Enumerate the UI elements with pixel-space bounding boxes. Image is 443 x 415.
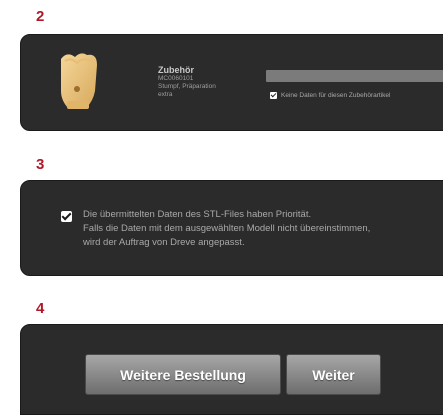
priority-checkbox[interactable]: [61, 211, 72, 222]
checkbox-checked-icon[interactable]: [270, 92, 277, 99]
priority-text-line-1: Die übermittelten Daten des STL-Files ha…: [83, 209, 312, 220]
actions-panel: Weitere Bestellung Weiter: [20, 324, 443, 415]
step-number-2: 2: [36, 8, 45, 25]
accessory-code: MC0060101: [158, 75, 194, 82]
priority-text: Die übermittelten Daten des STL-Files ha…: [83, 208, 443, 250]
accessory-info: Zubehör MC0060101 Stumpf, Präparation ex…: [158, 65, 216, 99]
no-data-checkbox-row[interactable]: Keine Daten für diesen Zubehörartikel: [270, 92, 390, 99]
priority-panel: Die übermittelten Daten des STL-Files ha…: [20, 180, 443, 276]
accessory-panel: Zubehör MC0060101 Stumpf, Präparation ex…: [20, 34, 443, 131]
accessory-title: Zubehör: [158, 65, 194, 75]
step-number-3: 3: [36, 156, 45, 173]
no-data-label: Keine Daten für diesen Zubehörartikel: [281, 92, 391, 99]
next-button[interactable]: Weiter: [286, 354, 381, 395]
more-orders-button[interactable]: Weitere Bestellung: [85, 354, 281, 395]
accessory-description-extra: extra: [158, 91, 173, 98]
tooth-model-icon: [61, 53, 97, 109]
accessory-data-field[interactable]: [266, 70, 443, 82]
priority-text-line-2: Falls die Daten mit dem ausgewählten Mod…: [83, 223, 371, 234]
accessory-description: Stumpf, Präparation: [158, 83, 216, 90]
step-number-4: 4: [36, 300, 45, 317]
priority-text-line-3: wird der Auftrag von Dreve angepasst.: [83, 237, 245, 248]
